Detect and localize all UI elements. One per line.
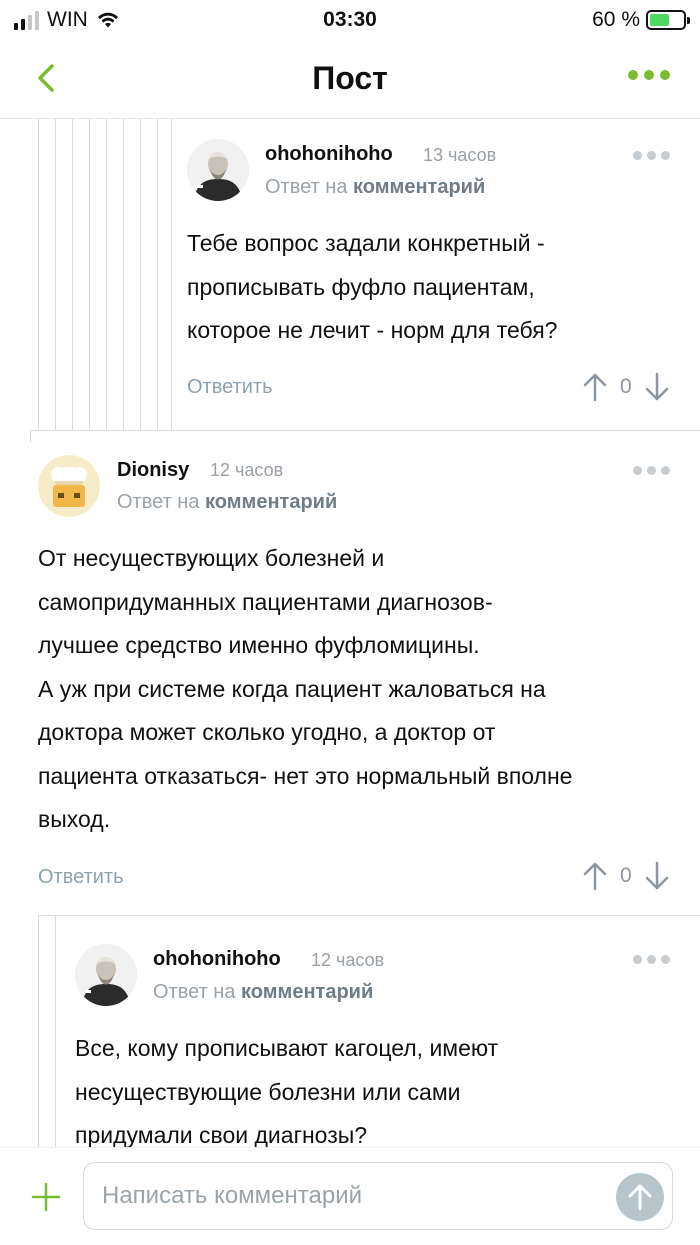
comment-text: Тебе вопрос задали конкретный - прописыв… [187, 222, 557, 353]
comment-line: самопридуманных пациентами диагнозов- [38, 588, 493, 615]
avatar[interactable] [38, 455, 100, 517]
reply-to: Ответ на комментарий [117, 491, 337, 514]
rating-value: 0 [620, 375, 632, 398]
rating-value: 0 [620, 864, 632, 887]
battery-percent: 60 % [592, 8, 640, 31]
downvote-icon[interactable] [644, 861, 670, 891]
app-header: Пост [0, 40, 700, 118]
battery-icon [646, 10, 690, 30]
comment-line: От несуществующих болезней и [38, 545, 385, 571]
plus-icon[interactable] [30, 1181, 62, 1213]
comment-more-icon[interactable] [633, 151, 670, 160]
comment-line: Тебе вопрос задали конкретный - [187, 230, 545, 256]
comment-line: лучшее средство именно фуфломицины. [38, 632, 480, 658]
upvote-icon[interactable] [582, 372, 608, 402]
comment-more-icon[interactable] [633, 955, 670, 964]
downvote-icon[interactable] [644, 372, 670, 402]
comment-line: А уж при системе когда пациент жаловатьс… [38, 675, 546, 702]
user-avatar-icon [75, 944, 137, 1006]
comment-time: 12 часов [311, 950, 385, 970]
user-avatar-icon [187, 139, 249, 201]
reply-target-link[interactable]: комментарий [205, 491, 337, 513]
comment-text: Все, кому прописывают кагоцел, имеют нес… [75, 1027, 498, 1158]
comment-line: выход. [38, 806, 111, 832]
comment-text: От несуществующих болезней и самопридума… [38, 537, 572, 842]
page-title: Пост [312, 60, 388, 96]
comment-line: прописывать фуфло пациентам, [187, 273, 535, 300]
comment-time: 12 часов [210, 460, 284, 480]
more-horizontal-icon[interactable] [628, 70, 670, 80]
comment-time: 13 часов [423, 145, 497, 165]
comment-input[interactable] [83, 1162, 673, 1230]
username[interactable]: Dionisy [117, 459, 189, 482]
reply-target-link[interactable]: комментарий [241, 981, 373, 1003]
avatar[interactable] [187, 139, 249, 201]
comment-composer [0, 1147, 700, 1245]
reply-button[interactable]: Ответить [38, 866, 124, 889]
username[interactable]: ohohonihoho [153, 948, 281, 971]
reply-to: Ответ на комментарий [153, 981, 373, 1004]
user-avatar-icon [38, 455, 100, 517]
reply-button[interactable]: Ответить [187, 376, 273, 399]
comment-line: несуществующие болезни или сами [75, 1078, 461, 1105]
username[interactable]: ohohonihoho [265, 143, 393, 166]
upvote-icon[interactable] [582, 861, 608, 891]
reply-prefix: Ответ на [265, 176, 348, 198]
avatar[interactable] [75, 944, 137, 1006]
comment-line: Все, кому прописывают кагоцел, имеют [75, 1035, 499, 1061]
status-bar: WIN 03:30 60 % [0, 0, 700, 40]
reply-prefix: Ответ на [153, 981, 236, 1003]
comment-line: доктора может сколько угодно, а доктор о… [38, 719, 496, 745]
reply-to: Ответ на комментарий [265, 176, 485, 199]
arrow-up-icon [628, 1184, 652, 1211]
vote-controls: 0 [582, 372, 670, 402]
comment-line: пациента отказаться- нет это нормальный … [38, 762, 573, 789]
comment-more-icon[interactable] [633, 466, 670, 475]
header-divider [0, 118, 700, 119]
send-button[interactable] [616, 1173, 664, 1221]
reply-target-link[interactable]: комментарий [353, 176, 485, 198]
status-right: 60 % [592, 8, 690, 32]
reply-prefix: Ответ на [117, 491, 200, 513]
comment-line: которое не лечит - норм для тебя? [187, 317, 558, 343]
vote-controls: 0 [582, 861, 670, 891]
